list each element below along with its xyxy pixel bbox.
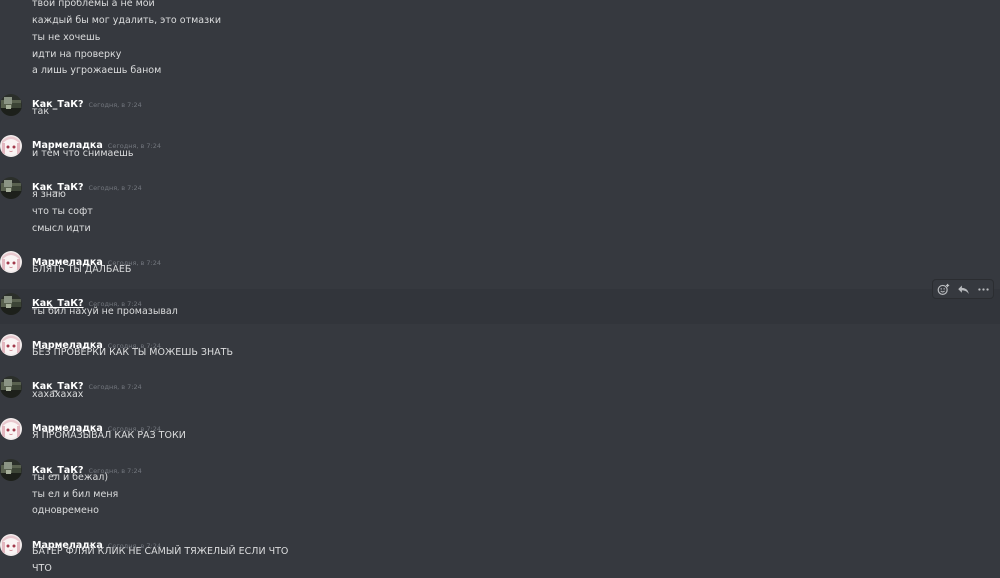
message-header: Как_ТаК? Сегодня, в 7:24 <box>32 374 142 392</box>
add-reaction-icon[interactable] <box>935 281 951 297</box>
message-line: каждый бы мог удалить, это отмазки <box>32 15 222 26</box>
message-line: ты бил нахуй не промазывал <box>32 306 178 317</box>
message-line: ЧТО <box>32 563 52 574</box>
avatar-kak-tak[interactable] <box>0 459 22 481</box>
chat-messages: твои проблемы а не мои каждый бы мог уда… <box>0 0 1000 578</box>
message-line: смысл идти <box>32 223 91 234</box>
message-actions-toolbar <box>932 279 994 299</box>
message-header: Мармеладка Сегодня, в 7:24 <box>32 533 161 551</box>
message-line: что ты софт <box>32 206 93 217</box>
avatar-kak-tak[interactable] <box>0 94 22 116</box>
message-header: Как_ТаК? Сегодня, в 7:24 <box>32 92 142 110</box>
message-header: Мармеладка Сегодня, в 7:24 <box>32 333 161 351</box>
message-header: Мармеладка Сегодня, в 7:24 <box>32 133 161 151</box>
message-line: ты ел и бежал) <box>32 472 109 483</box>
message-line: ты не хочешь <box>32 32 101 43</box>
message-header: Как_ТаК? Сегодня, в 7:24 <box>32 458 142 476</box>
message-line: и тем что снимаешь <box>32 148 134 159</box>
avatar-kak-tak[interactable] <box>0 376 22 398</box>
message-header: Мармеладка Сегодня, в 7:24 <box>32 250 161 268</box>
more-icon[interactable] <box>975 281 991 297</box>
message-header: Мармеладка Сегодня, в 7:24 <box>32 416 161 434</box>
message-header: Как_ТаК? Сегодня, в 7:24 <box>32 291 142 309</box>
avatar-marmeladka[interactable] <box>0 135 22 157</box>
avatar-marmeladka[interactable] <box>0 251 22 273</box>
message-line: так <box>32 106 50 117</box>
timestamp: Сегодня, в 7:24 <box>88 101 142 109</box>
message-line: идти на проверку <box>32 49 122 60</box>
avatar-kak-tak[interactable] <box>0 293 22 315</box>
timestamp: Сегодня, в 7:24 <box>88 184 142 192</box>
message-line: ты ел и бил меня <box>32 489 119 500</box>
message-line: БЛЯТЬ ТЫ ДАЛБАЕБ <box>32 264 132 275</box>
avatar-marmeladka[interactable] <box>0 334 22 356</box>
message-line: твои проблемы а не мои <box>32 0 155 9</box>
message-line: БАТЕР ФЛЯЙ КЛИК НЕ САМЫЙ ТЯЖЕЛЫЙ ЕСЛИ ЧТ… <box>32 546 289 557</box>
message-line: Я ПРОМАЗЫВАЛ КАК РАЗ ТОКИ <box>32 430 186 441</box>
message-header: Как_ТаК? Сегодня, в 7:24 <box>32 175 142 193</box>
message-line: я знаю <box>32 189 66 200</box>
message-line: хахахахах <box>32 389 84 400</box>
avatar-kak-tak[interactable] <box>0 177 22 199</box>
message-line: а лишь угрожаешь баном <box>32 65 162 76</box>
avatar-marmeladka[interactable] <box>0 534 22 556</box>
avatar-marmeladka[interactable] <box>0 418 22 440</box>
message-line: БЕЗ ПРОВЕРКИ КАК ТЫ МОЖЕШЬ ЗНАТЬ <box>32 347 233 358</box>
reply-icon[interactable] <box>955 281 971 297</box>
timestamp: Сегодня, в 7:24 <box>88 383 142 391</box>
message-line: одновремено <box>32 505 99 516</box>
